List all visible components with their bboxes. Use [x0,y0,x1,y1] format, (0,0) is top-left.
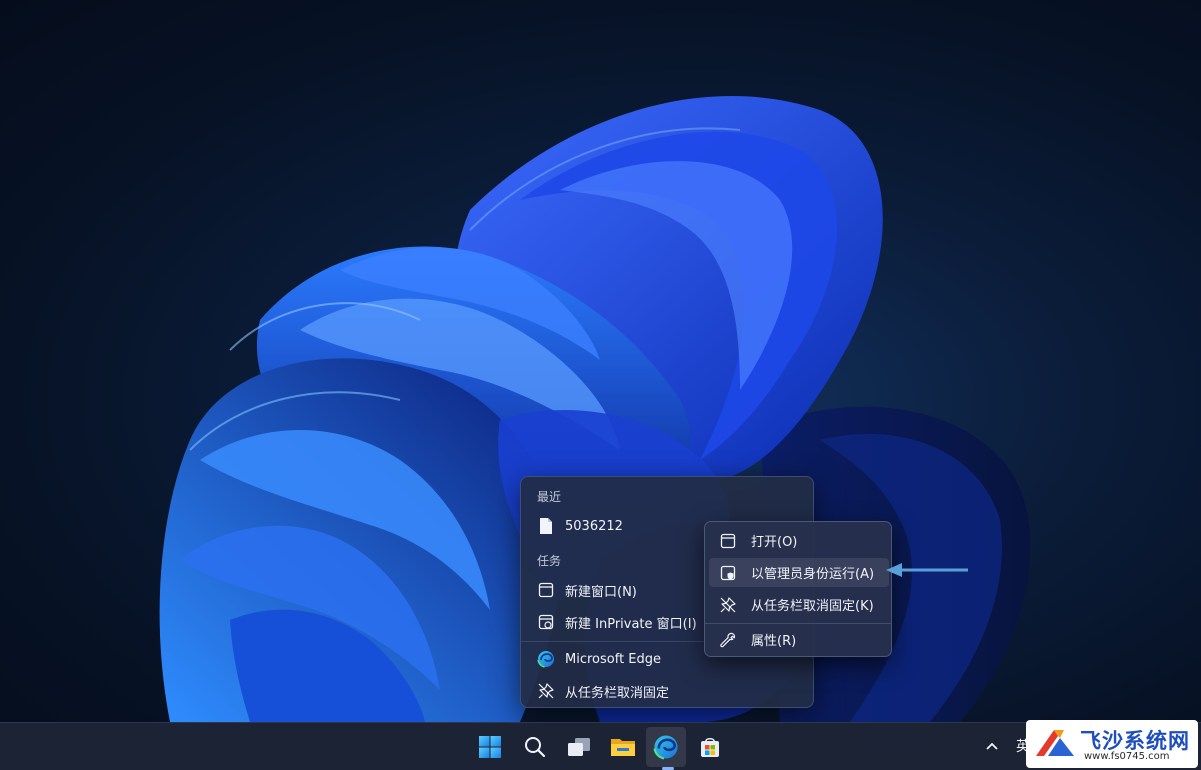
store-icon [701,737,719,757]
admin-shield-icon [719,564,737,582]
tasks-header: 任务 [537,554,562,568]
menu-item-unpin[interactable]: 从任务栏取消固定(K) [709,590,889,619]
file-explorer-button[interactable] [603,727,643,767]
menu-item-open-label: 打开(O) [751,535,798,550]
store-button[interactable] [690,727,730,767]
menu-item-properties[interactable]: 属性(R) [709,625,889,654]
unpin-icon [537,682,555,700]
edge-icon [653,734,679,760]
unpin-from-taskbar[interactable]: 从任务栏取消固定 [525,676,709,706]
task-view-icon [568,738,590,756]
task-new-window-label: 新建窗口(N) [565,584,637,600]
context-menu-divider [705,623,891,624]
chevron-up-icon [986,742,998,750]
start-button[interactable] [470,727,510,767]
start-icon [479,736,501,758]
watermark-logo-icon [1036,730,1074,756]
document-icon [537,517,555,535]
task-new-window[interactable]: 新建窗口(N) [525,575,709,605]
task-new-inprivate-window[interactable]: 新建 InPrivate 窗口(I) [525,607,709,637]
inprivate-window-icon [537,613,555,631]
pointer-arrow-icon [886,563,968,577]
watermark: 飞沙系统网 www.fs0745.com [1026,720,1198,768]
menu-item-run-as-admin-label: 以管理员身份运行(A) [751,567,875,582]
menu-item-run-as-admin[interactable]: 以管理员身份运行(A) [709,558,889,587]
file-explorer-icon [611,739,635,756]
window-icon [537,581,555,599]
recent-item-label: 5036212 [565,518,623,534]
show-hidden-icons-button[interactable] [982,736,1002,756]
edge-context-menu: 打开(O) 以管理员身份运行(A) 从任务栏取消固定(K) 属性(R) [704,521,892,657]
task-new-inprivate-label: 新建 InPrivate 窗口(I) [565,616,697,632]
edge-taskbar-button[interactable] [646,727,686,767]
window-icon [719,532,737,550]
edge-app-label: Microsoft Edge [565,651,662,667]
edge-icon [537,650,555,668]
recent-item[interactable]: 5036212 [525,511,709,541]
task-view-button[interactable] [559,727,599,767]
unpin-label: 从任务栏取消固定 [565,685,670,701]
menu-item-unpin-label: 从任务栏取消固定(K) [751,599,874,614]
recent-header: 最近 [537,490,562,504]
search-icon [525,737,546,758]
watermark-url: www.fs0745.com [1084,751,1170,762]
menu-item-open[interactable]: 打开(O) [709,526,889,555]
open-edge-app[interactable]: Microsoft Edge [525,644,709,674]
unpin-icon [719,596,737,614]
search-button[interactable] [515,727,555,767]
wrench-icon [719,631,737,649]
menu-item-properties-label: 属性(R) [751,634,797,649]
